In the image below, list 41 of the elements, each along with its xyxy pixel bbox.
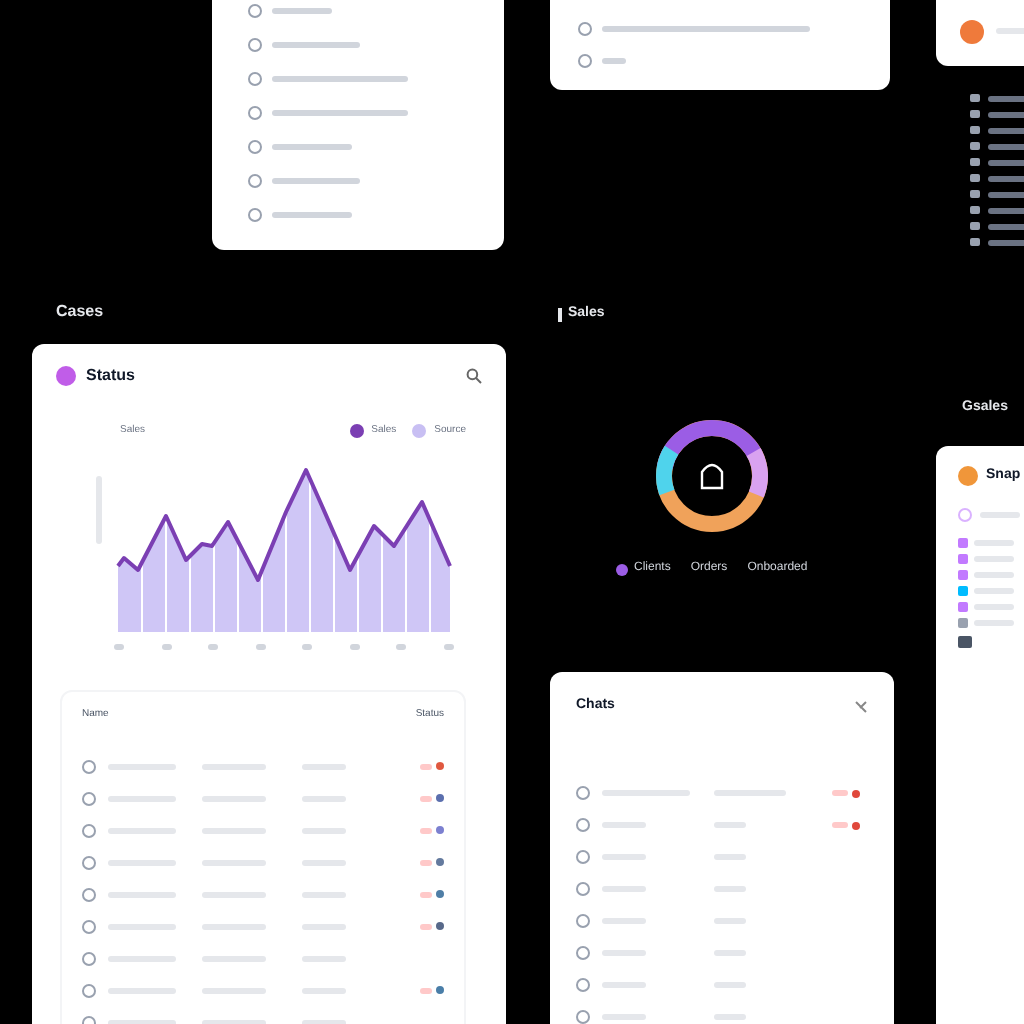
text-placeholder-line	[988, 175, 1024, 181]
small-square-icon	[958, 553, 968, 563]
small-square-icon	[958, 617, 968, 627]
small-square-icon	[970, 206, 980, 214]
text-placeholder-line	[988, 207, 1024, 213]
small-square-icon	[970, 174, 980, 182]
small-square-icon	[970, 126, 980, 134]
search-icon[interactable]	[466, 368, 482, 384]
text-placeholder-line	[272, 144, 352, 150]
small-square-icon	[970, 238, 980, 246]
text-placeholder-line	[988, 143, 1024, 149]
small-square-icon	[970, 94, 980, 102]
donut-chart-drawing	[651, 416, 772, 536]
text-placeholder-line	[272, 42, 360, 48]
small-square-icon	[958, 537, 968, 547]
text-placeholder-line	[988, 111, 1024, 117]
text-placeholder-line	[988, 191, 1024, 197]
text-placeholder-line	[988, 127, 1024, 133]
small-square-icon	[970, 110, 980, 118]
keyboard-icon	[958, 635, 972, 647]
text-placeholder-line	[988, 159, 1024, 165]
text-placeholder-line	[988, 239, 1024, 245]
text-placeholder-line	[272, 212, 352, 218]
text-placeholder-line	[988, 95, 1024, 101]
text-placeholder-line	[272, 110, 408, 116]
section-label: Cases	[56, 300, 104, 324]
small-square-icon	[970, 142, 980, 150]
app-logo-icon	[56, 366, 76, 386]
card-title: Status	[86, 364, 135, 388]
text-placeholder-line	[272, 8, 332, 14]
small-square-icon	[970, 190, 980, 198]
text-placeholder-line	[272, 76, 408, 82]
small-square-icon	[958, 601, 968, 611]
text-placeholder-line	[272, 178, 360, 184]
avatar-icon	[960, 19, 984, 43]
avatar-icon	[958, 466, 978, 487]
small-square-icon	[970, 222, 980, 230]
small-square-icon	[958, 569, 968, 579]
small-square-icon	[970, 158, 980, 166]
small-square-icon	[958, 585, 968, 595]
text-placeholder-line	[988, 223, 1024, 229]
